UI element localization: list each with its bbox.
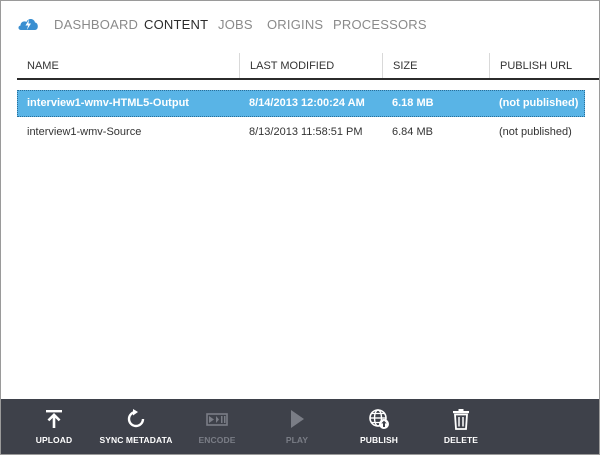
table-row[interactable]: interview1-wmv-HTML5-Output 8/14/2013 12… xyxy=(17,90,585,117)
table-row[interactable]: interview1-wmv-Source 8/13/2013 11:58:51… xyxy=(17,119,585,146)
upload-icon xyxy=(46,410,62,428)
column-header-size[interactable]: SIZE xyxy=(382,53,489,79)
delete-button[interactable]: DELETE xyxy=(437,399,485,454)
sync-metadata-button[interactable]: SYNC METADATA xyxy=(96,399,176,454)
tab-processors[interactable]: PROCESSORS xyxy=(333,17,427,32)
cell-size: 6.18 MB xyxy=(392,97,434,109)
tab-content[interactable]: CONTENT xyxy=(144,17,208,32)
column-header-publish-url[interactable]: PUBLISH URL xyxy=(489,53,599,79)
cell-publish-url: (not published) xyxy=(499,97,579,109)
media-cloud-icon xyxy=(18,19,38,30)
play-button[interactable]: PLAY xyxy=(273,399,321,454)
table-header: NAME LAST MODIFIED SIZE PUBLISH URL xyxy=(17,53,599,79)
cell-publish-url: (not published) xyxy=(499,126,572,138)
encode-button[interactable]: ENCODE xyxy=(193,399,241,454)
header-divider xyxy=(17,78,599,80)
cell-size: 6.84 MB xyxy=(392,126,433,138)
column-header-name[interactable]: NAME xyxy=(17,53,239,79)
column-header-last-modified[interactable]: LAST MODIFIED xyxy=(239,53,382,79)
command-bar: UPLOAD SYNC METADATA ENCODE PLAY PUBLISH… xyxy=(1,399,599,454)
tab-dashboard[interactable]: DASHBOARD xyxy=(54,17,138,32)
delete-label: DELETE xyxy=(443,435,479,445)
tab-jobs[interactable]: JOBS xyxy=(218,17,253,32)
encode-label: ENCODE xyxy=(198,435,236,445)
cell-last-modified: 8/14/2013 12:00:24 AM xyxy=(249,97,365,109)
cell-last-modified: 8/13/2013 11:58:51 PM xyxy=(249,126,363,138)
tab-origins[interactable]: ORIGINS xyxy=(267,17,323,32)
globe-upload-icon xyxy=(369,409,389,429)
media-services-panel: DASHBOARD CONTENT JOBS ORIGINS PROCESSOR… xyxy=(0,0,600,455)
play-icon xyxy=(291,410,304,428)
cell-name: interview1-wmv-HTML5-Output xyxy=(27,97,189,109)
top-nav: DASHBOARD CONTENT JOBS ORIGINS PROCESSOR… xyxy=(1,1,599,47)
sync-metadata-label: SYNC METADATA xyxy=(99,435,173,445)
upload-button[interactable]: UPLOAD xyxy=(30,399,78,454)
publish-label: PUBLISH xyxy=(359,435,398,445)
trash-icon xyxy=(453,409,469,430)
upload-label: UPLOAD xyxy=(35,435,73,445)
refresh-icon xyxy=(127,409,145,428)
publish-button[interactable]: PUBLISH xyxy=(352,399,406,454)
cell-name: interview1-wmv-Source xyxy=(27,126,142,138)
play-label: PLAY xyxy=(285,435,309,445)
encode-icon xyxy=(206,413,228,426)
